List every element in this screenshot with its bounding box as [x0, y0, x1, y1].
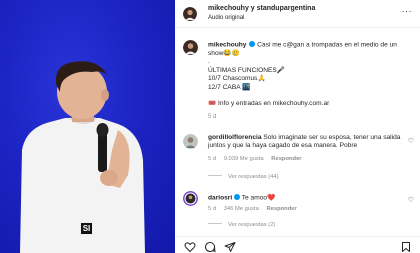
- caption-username[interactable]: mikechouhy: [208, 42, 246, 49]
- comment-avatar[interactable]: [183, 191, 198, 206]
- more-options-icon[interactable]: ···: [402, 6, 413, 16]
- caption-line-2: show😂🥲: [208, 49, 240, 57]
- comment-avatar[interactable]: [183, 134, 198, 149]
- action-bar: [175, 236, 420, 253]
- view-replies-button[interactable]: Ver respuestas (44): [208, 174, 279, 180]
- replies-divider: [208, 175, 222, 176]
- comment-username[interactable]: gordillolflorencia: [208, 134, 262, 141]
- comedian-figure: [20, 61, 145, 253]
- view-replies-button[interactable]: Ver respuestas (2): [208, 222, 275, 228]
- caption-line-5: 10/7 Chascomus🙏: [208, 75, 266, 83]
- bookmark-icon[interactable]: [400, 241, 412, 253]
- comment-likes[interactable]: 346 Me gusta: [224, 206, 259, 212]
- video-player[interactable]: SI: [0, 0, 175, 253]
- post-authors[interactable]: mikechouhy y standupargentina: [208, 5, 315, 12]
- post-header: mikechouhy y standupargentina Audio orig…: [175, 0, 420, 28]
- author-avatar[interactable]: [183, 7, 197, 21]
- comment-item: dariosri Te amoo❤️: [208, 194, 403, 203]
- post-caption: mikechouhy Casi me c@gan a trompadas en …: [208, 41, 416, 109]
- reply-button[interactable]: Responder: [266, 206, 296, 212]
- audio-label[interactable]: Audio original: [208, 15, 244, 21]
- view-replies-label: Ver respuestas (2): [228, 222, 276, 228]
- caption-line-7: 🎟️ Info y entradas en mikechouhy.com.ar: [208, 100, 330, 108]
- comment-meta: 5 d 346 Me gusta Responder: [208, 206, 303, 212]
- comment-icon[interactable]: [204, 241, 216, 253]
- comment-time: 5 d: [208, 156, 217, 162]
- comment-username[interactable]: dariosri: [208, 195, 232, 202]
- verified-icon: [249, 41, 256, 47]
- send-icon[interactable]: [224, 241, 236, 253]
- comment-heart-icon[interactable]: ♡: [408, 137, 414, 145]
- post-panel: mikechouhy y standupargentina Audio orig…: [175, 0, 420, 253]
- shirt-logo: SI: [80, 222, 93, 235]
- caption-avatar[interactable]: [183, 40, 198, 55]
- heart-icon[interactable]: [184, 241, 196, 253]
- replies-divider: [208, 223, 222, 224]
- view-replies-label: Ver respuestas (44): [228, 174, 279, 180]
- comment-item: gordillolflorencia Solo imaginate ser su…: [208, 134, 403, 151]
- verified-icon: [234, 194, 241, 200]
- comment-likes[interactable]: 9.039 Me gusta: [224, 156, 264, 162]
- comment-heart-icon[interactable]: ♡: [408, 196, 414, 204]
- caption-line-6: 12/7 CABA 🌃: [208, 83, 251, 91]
- caption-line-3: .: [208, 58, 210, 66]
- comment-text: Te amoo❤️: [241, 194, 276, 202]
- caption-line-4: ÚLTIMAS FUNCIONES🎤: [208, 66, 285, 74]
- comment-time: 5 d: [208, 206, 217, 212]
- caption-timestamp: 5 d: [208, 114, 217, 120]
- caption-line-1: Casi me c@gan a trompadas en el medio de…: [257, 41, 397, 49]
- reply-button[interactable]: Responder: [271, 156, 301, 162]
- comment-meta: 5 d 9.039 Me gusta Responder: [208, 156, 308, 162]
